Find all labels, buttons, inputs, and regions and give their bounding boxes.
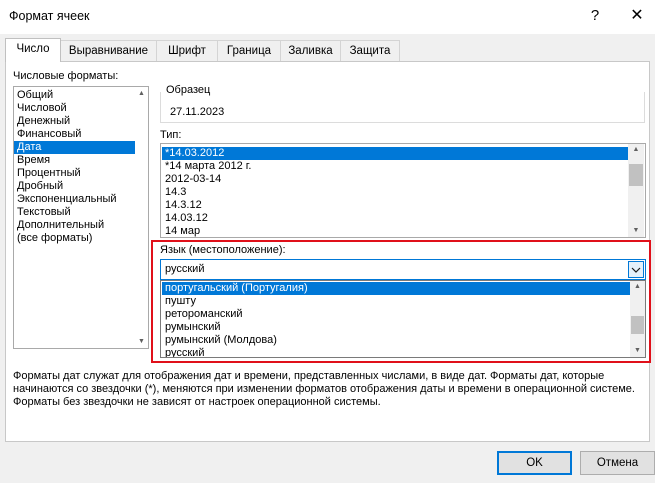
- locale-option[interactable]: русский: [165, 347, 204, 357]
- sample-value: 27.11.2023: [170, 106, 225, 118]
- category-item[interactable]: Денежный: [17, 115, 70, 128]
- category-scrollbar[interactable]: ▲ ▼: [135, 87, 148, 348]
- locale-scrollbar[interactable]: ▲ ▼: [630, 281, 645, 357]
- category-item[interactable]: Текстовый: [17, 206, 71, 219]
- type-item[interactable]: 2012-03-14: [165, 173, 221, 186]
- locale-option[interactable]: ретороманский: [165, 308, 243, 321]
- locale-option[interactable]: пушту: [165, 295, 196, 308]
- category-item[interactable]: Процентный: [17, 167, 81, 180]
- ok-button[interactable]: OK: [497, 451, 572, 475]
- scroll-up-icon[interactable]: ▲: [628, 144, 644, 156]
- category-item[interactable]: Числовой: [17, 102, 67, 115]
- cancel-button[interactable]: Отмена: [580, 451, 655, 475]
- type-item[interactable]: 14 мар: [165, 225, 200, 237]
- type-item-selected[interactable]: *14.03.2012: [162, 147, 628, 160]
- type-label: Тип:: [160, 129, 182, 141]
- type-scrollbar[interactable]: ▲ ▼: [628, 144, 644, 237]
- format-description: Форматы дат служат для отображения дат и…: [13, 370, 635, 408]
- scroll-up-icon[interactable]: ▲: [135, 87, 148, 100]
- scroll-down-icon[interactable]: ▼: [135, 335, 148, 348]
- type-item[interactable]: 14.3.12: [165, 199, 202, 212]
- type-item[interactable]: 14.03.12: [165, 212, 208, 225]
- scroll-down-icon[interactable]: ▼: [630, 345, 645, 357]
- chevron-down-icon: [631, 267, 641, 273]
- locale-option[interactable]: румынский (Молдова): [165, 334, 277, 347]
- scroll-thumb[interactable]: [631, 316, 644, 334]
- category-item[interactable]: Время: [17, 154, 50, 167]
- category-item[interactable]: Общий: [17, 89, 53, 102]
- category-label: Числовые форматы:: [13, 70, 119, 82]
- category-list[interactable]: Общий Числовой Денежный Финансовый Дата …: [13, 86, 149, 349]
- category-item[interactable]: Финансовый: [17, 128, 81, 141]
- locale-option-highlighted[interactable]: португальский (Португалия): [162, 282, 630, 295]
- type-item[interactable]: 14.3: [165, 186, 186, 199]
- locale-option[interactable]: румынский: [165, 321, 221, 334]
- scroll-down-icon[interactable]: ▼: [628, 225, 644, 237]
- scroll-up-icon[interactable]: ▲: [630, 281, 645, 293]
- dropdown-button[interactable]: [628, 261, 644, 278]
- type-list[interactable]: *14.03.2012 *14 марта 2012 г. 2012-03-14…: [160, 143, 646, 238]
- category-item[interactable]: (все форматы): [17, 232, 92, 245]
- locale-value: русский: [165, 263, 205, 275]
- category-item[interactable]: Дополнительный: [17, 219, 104, 232]
- locale-combobox[interactable]: русский: [160, 259, 646, 280]
- scroll-thumb[interactable]: [629, 164, 643, 186]
- locale-label: Язык (местоположение):: [160, 244, 286, 256]
- category-item-selected[interactable]: Дата: [14, 141, 136, 154]
- category-item[interactable]: Дробный: [17, 180, 63, 193]
- category-item[interactable]: Экспоненциальный: [17, 193, 117, 206]
- type-item[interactable]: *14 марта 2012 г.: [165, 160, 251, 173]
- sample-group: [160, 92, 645, 123]
- locale-dropdown-list[interactable]: португальский (Португалия) пушту ретором…: [160, 280, 646, 358]
